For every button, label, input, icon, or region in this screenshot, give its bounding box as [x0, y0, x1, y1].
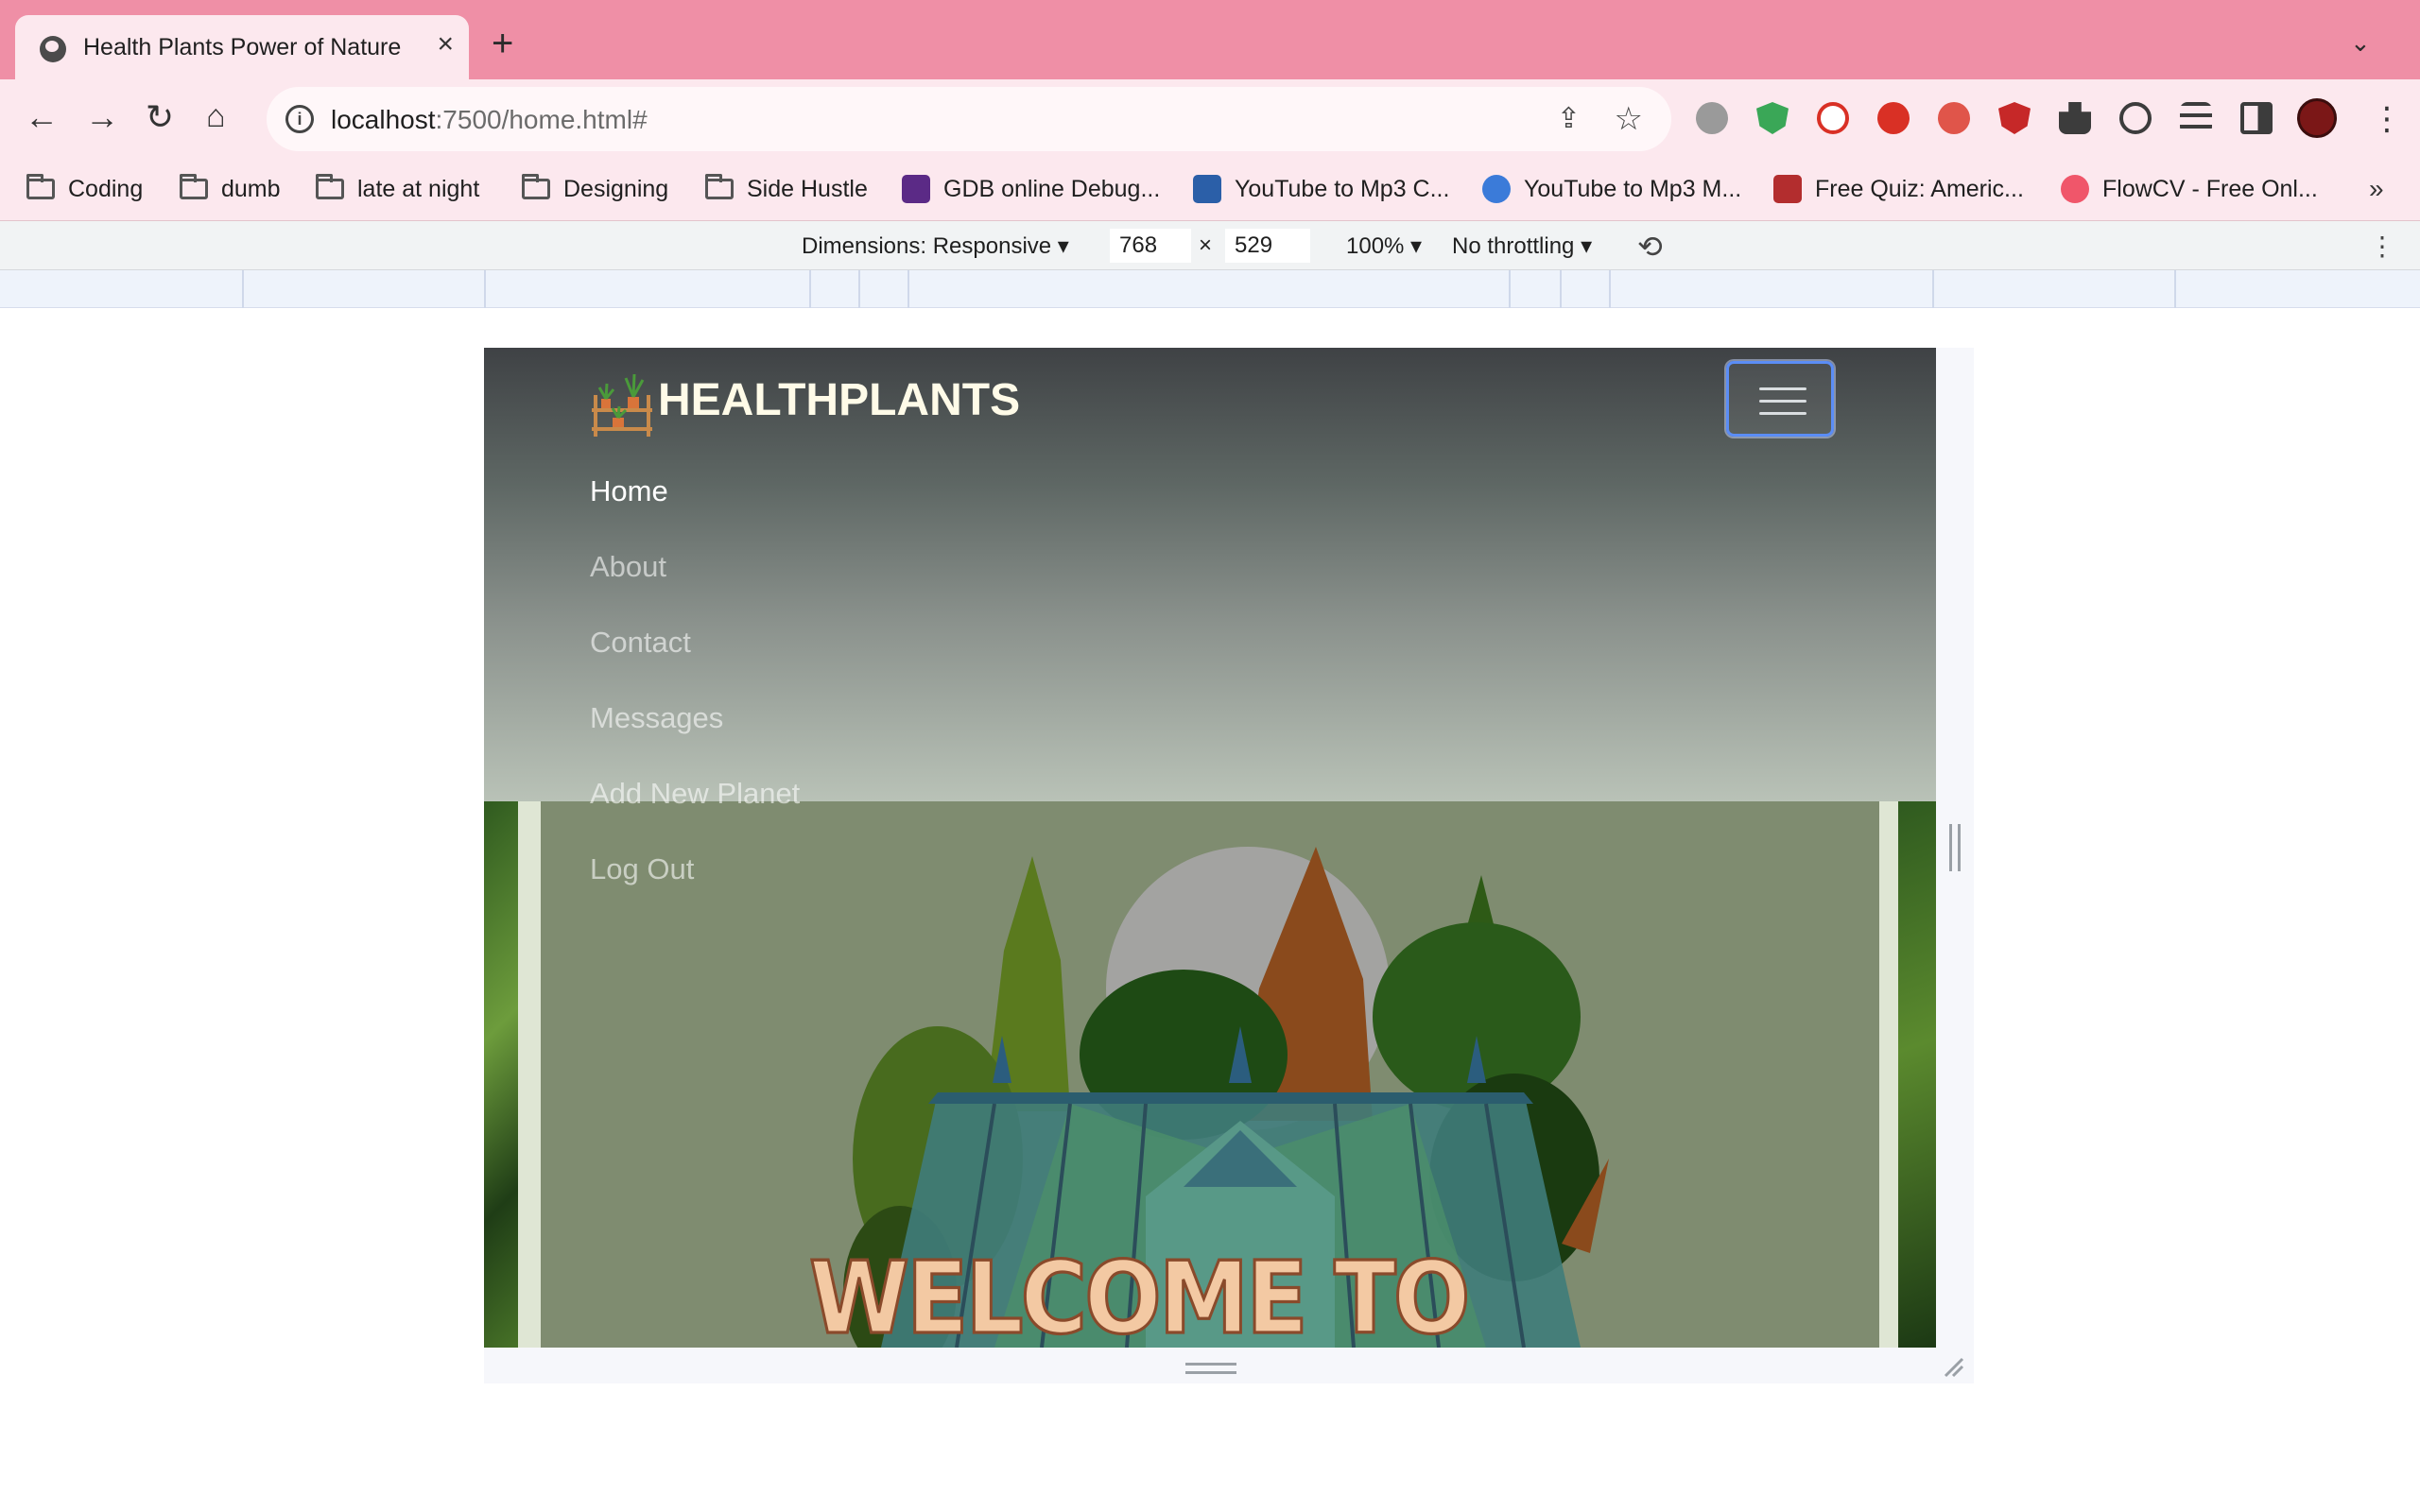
puzzle-extensions-icon[interactable] — [2059, 102, 2091, 134]
viewport-resize-corner-icon[interactable] — [1942, 1355, 1964, 1378]
vpn-globe-extension-icon[interactable] — [1696, 102, 1728, 134]
new-tab-button[interactable]: + — [492, 25, 513, 62]
bookmark-dumb[interactable]: dumb — [180, 174, 281, 204]
nav-link-add-new-planet[interactable]: Add New Planet — [590, 777, 800, 811]
site-info-icon[interactable]: i — [285, 105, 314, 133]
site-navbar: HEALTHPLANTS Home About Contact Messages — [484, 348, 1936, 801]
reload-icon[interactable]: ↻ — [146, 100, 174, 134]
hero-border-right — [1879, 799, 1898, 1348]
gdb-favicon — [902, 175, 930, 203]
address-bar[interactable]: i localhost:7500/home.html# ⇪ ☆ — [267, 87, 1671, 151]
times-sign: × — [1199, 232, 1213, 258]
block-shield-extension-icon[interactable] — [1998, 102, 2031, 134]
youtube-extension-icon[interactable] — [1817, 102, 1849, 134]
tab-strip: Health Plants Power of Nature × + ⌄ — [0, 0, 2420, 79]
nav-link-contact[interactable]: Contact — [590, 626, 691, 660]
hero-border-left — [518, 799, 541, 1348]
bookmark-flowcv[interactable]: FlowCV - Free Onl... — [2061, 174, 2318, 204]
bookmark-youtube-mp3-c[interactable]: YouTube to Mp3 C... — [1193, 174, 1449, 204]
profile-avatar[interactable] — [2297, 98, 2337, 138]
bookmark-side-hustle[interactable]: Side Hustle — [705, 174, 868, 204]
browser-tab[interactable]: Health Plants Power of Nature × — [15, 15, 469, 79]
rotate-icon[interactable]: ⟲ — [1637, 229, 1663, 265]
folder-icon — [705, 174, 734, 199]
back-arrow-icon[interactable]: ← — [25, 100, 59, 134]
stop-hand-extension-icon[interactable] — [1877, 102, 1910, 134]
hero-leaves-right — [1898, 799, 1936, 1348]
hamburger-line — [1759, 412, 1806, 415]
bookmarks-bar: Coding dumb late at night Designing Side… — [0, 155, 2420, 221]
cloud-download-favicon — [1482, 175, 1511, 203]
side-panel-icon[interactable] — [2240, 102, 2273, 134]
nav-link-about[interactable]: About — [590, 550, 666, 584]
device-toolbar: Dimensions: Responsive ▾ 768 × 529 100% … — [0, 221, 2420, 270]
tab-search-chevron-icon[interactable]: ⌄ — [2350, 28, 2371, 58]
dimensions-dropdown[interactable]: Dimensions: Responsive ▾ — [802, 232, 1069, 260]
folder-icon — [180, 174, 208, 199]
viewport-resize-handle-bottom[interactable] — [1185, 1363, 1236, 1374]
bookmark-free-quiz[interactable]: Free Quiz: Americ... — [1773, 174, 2024, 204]
forward-arrow-icon[interactable]: → — [85, 100, 119, 134]
viewport-resize-handle-right[interactable] — [1949, 824, 1961, 871]
width-input[interactable]: 768 — [1110, 229, 1191, 263]
performance-icon[interactable] — [2119, 102, 2152, 134]
home-icon[interactable]: ⌂ — [206, 100, 226, 132]
bookmark-late-at-night[interactable]: late at night — [316, 174, 479, 204]
flowcv-favicon — [2061, 175, 2089, 203]
tab-title: Health Plants Power of Nature — [83, 34, 402, 60]
throttling-dropdown[interactable]: No throttling ▾ — [1452, 232, 1592, 260]
tyl-favicon — [1773, 175, 1802, 203]
page-viewport: WELCOME TO HEALTHPLANTS Home About Conta… — [484, 348, 1936, 1348]
height-input[interactable]: 529 — [1225, 229, 1310, 263]
b-extension-icon[interactable] — [1938, 102, 1970, 134]
nav-link-home[interactable]: Home — [590, 474, 668, 508]
globe-icon — [40, 36, 66, 62]
zoom-dropdown[interactable]: 100% ▾ — [1346, 232, 1422, 260]
plant-shelf-logo-icon — [592, 373, 652, 437]
download-favicon — [1193, 175, 1221, 203]
share-icon[interactable]: ⇪ — [1557, 102, 1581, 135]
media-query-ruler[interactable] — [0, 270, 2420, 308]
shield-extension-icon[interactable] — [1756, 102, 1789, 134]
brand-name: HEALTHPLANTS — [658, 375, 1021, 425]
nav-link-log-out[interactable]: Log Out — [590, 852, 694, 886]
url-text[interactable]: localhost:7500/home.html# — [331, 105, 648, 135]
device-toolbar-menu-icon[interactable]: ⋮ — [2369, 231, 2395, 262]
bookmark-designing[interactable]: Designing — [522, 174, 668, 204]
bookmark-gdb-online[interactable]: GDB online Debug... — [902, 174, 1160, 204]
close-tab-icon[interactable]: × — [437, 30, 454, 59]
more-bookmarks-chevron-icon[interactable]: » — [2369, 174, 2384, 204]
navbar-toggler-button[interactable] — [1726, 361, 1834, 437]
browser-menu-icon[interactable]: ⋮ — [2371, 100, 2403, 138]
bookmark-star-icon[interactable]: ☆ — [1615, 100, 1643, 138]
brand-link[interactable]: HEALTHPLANTS — [588, 372, 1020, 438]
bookmark-coding[interactable]: Coding — [26, 174, 143, 204]
folder-icon — [26, 174, 55, 199]
folder-icon — [522, 174, 550, 199]
nav-link-messages[interactable]: Messages — [590, 701, 723, 735]
media-queue-icon[interactable] — [2180, 102, 2212, 134]
hamburger-line — [1759, 400, 1806, 403]
folder-icon — [316, 174, 344, 199]
hamburger-line — [1759, 387, 1806, 390]
bookmark-youtube-mp3-m[interactable]: YouTube to Mp3 M... — [1482, 174, 1741, 204]
hero-heading: WELCOME TO — [807, 1238, 1471, 1348]
